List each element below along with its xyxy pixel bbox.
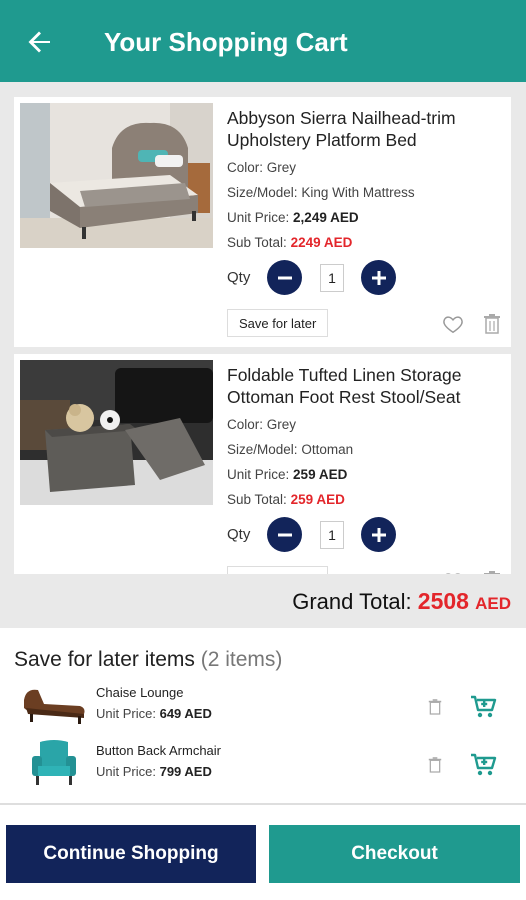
product-image-ottoman[interactable] xyxy=(20,360,213,505)
arrow-back-icon xyxy=(28,31,50,53)
saved-for-later-section: Save for later items (2 items) Chaise Lo… xyxy=(0,628,526,803)
cart-list[interactable]: Abbyson Sierra Nailhead-trim Upholstery … xyxy=(0,82,526,574)
saved-item-name[interactable]: Chaise Lounge xyxy=(96,685,183,700)
qty-value[interactable]: 1 xyxy=(320,263,344,292)
wishlist-heart-icon[interactable] xyxy=(442,313,464,335)
move-to-cart-icon[interactable] xyxy=(470,694,498,720)
back-button[interactable] xyxy=(22,24,58,60)
delete-trash-icon[interactable] xyxy=(428,756,442,774)
product-color: Color: Grey xyxy=(227,160,297,175)
product-size: Size/Model: King With Mattress xyxy=(227,185,415,200)
decrease-qty-button[interactable] xyxy=(267,517,302,552)
decrease-qty-button[interactable] xyxy=(267,260,302,295)
move-to-cart-icon[interactable] xyxy=(470,752,498,778)
page-title: Your Shopping Cart xyxy=(104,27,348,57)
increase-qty-button[interactable] xyxy=(361,517,396,552)
save-for-later-button[interactable]: Save for later xyxy=(227,309,329,337)
quantity-stepper: Qty 1 xyxy=(227,260,396,295)
qty-label: Qty xyxy=(227,269,251,286)
grand-total-amount: 2508 xyxy=(417,588,469,614)
grand-total: Grand Total: 2508 AED xyxy=(292,588,511,614)
cart-item-card: Abbyson Sierra Nailhead-trim Upholstery … xyxy=(14,97,511,347)
quantity-stepper: Qty 1 xyxy=(227,517,396,552)
saved-item: Button Back Armchair Unit Price: 799 AED xyxy=(0,738,526,790)
qty-value[interactable]: 1 xyxy=(320,520,344,549)
delete-trash-icon[interactable] xyxy=(483,313,501,335)
saved-item-name[interactable]: Button Back Armchair xyxy=(96,743,221,758)
plus-icon xyxy=(371,527,386,542)
product-name[interactable]: Abbyson Sierra Nailhead-trim Upholstery … xyxy=(227,107,507,151)
product-name[interactable]: Foldable Tufted Linen Storage Ottoman Fo… xyxy=(227,364,507,408)
bottom-action-bar: Continue Shopping Checkout xyxy=(0,805,526,900)
product-info: Foldable Tufted Linen Storage Ottoman Fo… xyxy=(227,364,507,508)
plus-icon xyxy=(371,270,386,285)
checkout-button[interactable]: Checkout xyxy=(269,825,520,883)
saved-item-image-armchair[interactable] xyxy=(18,738,88,788)
saved-item: Chaise Lounge Unit Price: 649 AED xyxy=(0,680,526,732)
product-size: Size/Model: Ottoman xyxy=(227,442,354,457)
saved-item-price: Unit Price: 649 AED xyxy=(96,706,212,721)
continue-shopping-button[interactable]: Continue Shopping xyxy=(6,825,256,883)
delete-trash-icon[interactable] xyxy=(428,698,442,716)
product-unit-price: Unit Price: 2,249 AED xyxy=(227,210,359,225)
increase-qty-button[interactable] xyxy=(361,260,396,295)
saved-section-title: Save for later items (2 items) xyxy=(14,648,283,671)
saved-item-price: Unit Price: 799 AED xyxy=(96,764,212,779)
grand-total-bar: Grand Total: 2508 AED xyxy=(0,574,526,628)
minus-icon xyxy=(277,276,292,279)
product-subtotal: Sub Total: 259 AED xyxy=(227,492,345,507)
save-for-later-button[interactable]: Save for later xyxy=(227,566,329,574)
grand-total-currency: AED xyxy=(475,594,511,613)
product-info: Abbyson Sierra Nailhead-trim Upholstery … xyxy=(227,107,507,251)
app-bar: Your Shopping Cart xyxy=(0,0,526,82)
saved-item-image-chaise[interactable] xyxy=(18,680,88,730)
product-color: Color: Grey xyxy=(227,417,297,432)
qty-label: Qty xyxy=(227,526,251,543)
product-subtotal: Sub Total: 2249 AED xyxy=(227,235,353,250)
minus-icon xyxy=(277,533,292,536)
product-unit-price: Unit Price: 259 AED xyxy=(227,467,348,482)
product-image-bed[interactable] xyxy=(20,103,213,248)
cart-item-card: Foldable Tufted Linen Storage Ottoman Fo… xyxy=(14,354,511,574)
